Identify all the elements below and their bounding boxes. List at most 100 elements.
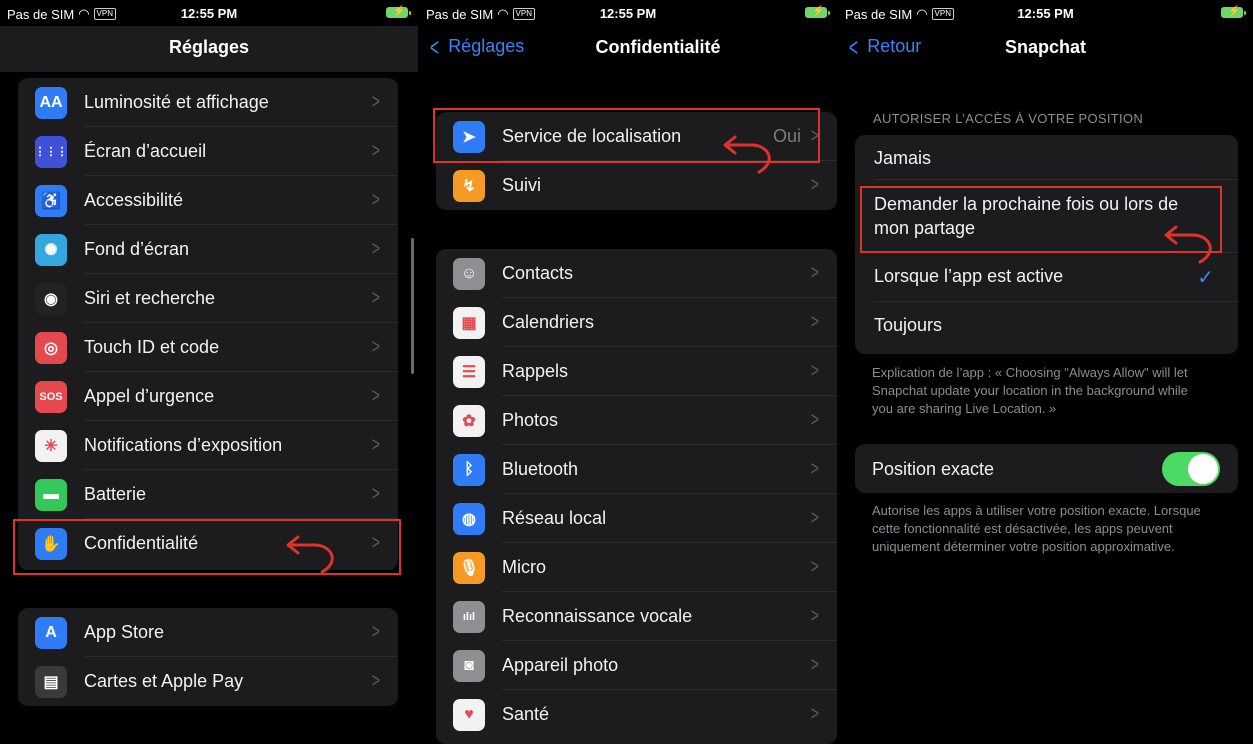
contacts-icon: ☺ bbox=[453, 257, 485, 290]
wallpaper-icon: ✺ bbox=[35, 233, 67, 266]
bluetooth-icon: ᛒ bbox=[453, 453, 485, 486]
chevron-right-icon: > bbox=[811, 605, 820, 627]
chevron-right-icon: > bbox=[372, 287, 381, 309]
chevron-right-icon: > bbox=[811, 458, 820, 480]
page-title: Réglages bbox=[168, 37, 250, 57]
option-never[interactable]: Jamais bbox=[855, 135, 1238, 180]
option-label: Demander la prochaine fois ou lors de mo… bbox=[874, 194, 1179, 238]
row-label: Luminosité et affichage bbox=[84, 92, 269, 112]
chevron-right-icon: > bbox=[811, 311, 820, 333]
waveform-icon: ılıl bbox=[453, 600, 485, 633]
chevron-right-icon: > bbox=[811, 703, 820, 725]
app-explanation: Explication de l’app : « Choosing "Alway… bbox=[872, 365, 1188, 416]
fingerprint-icon: ◎ bbox=[35, 331, 67, 364]
settings-row[interactable]: ▤ Cartes et Apple Pay > bbox=[18, 657, 398, 706]
battery-charging-icon: ⚡ bbox=[1221, 6, 1246, 18]
row-label: Service de localisation bbox=[502, 126, 682, 146]
option-ask-next-time[interactable]: Demander la prochaine fois ou lors de mo… bbox=[855, 180, 1238, 253]
home-grid-icon: ⋮⋮⋮ bbox=[35, 135, 68, 168]
row-label: Siri et recherche bbox=[84, 288, 216, 308]
row-value: Oui bbox=[772, 126, 801, 146]
settings-row[interactable]: ✺ Fond d’écran > bbox=[18, 225, 398, 274]
settings-group-store: A App Store > ▤ Cartes et Apple Pay > bbox=[18, 608, 398, 706]
row-label: Micro bbox=[502, 557, 546, 577]
settings-row[interactable]: ☰ Rappels > bbox=[436, 347, 837, 396]
checkmark-icon: ✓ bbox=[1197, 267, 1214, 289]
tracking-icon: ↯ bbox=[453, 169, 485, 202]
row-label: Santé bbox=[502, 704, 550, 724]
option-always[interactable]: Toujours bbox=[855, 302, 1238, 351]
exposure-icon: ✳ bbox=[35, 429, 67, 462]
row-label: Bluetooth bbox=[502, 459, 579, 479]
precise-location-label: Position exacte bbox=[872, 459, 995, 479]
chevron-right-icon: > bbox=[372, 483, 381, 505]
settings-row[interactable]: ᛒ Bluetooth > bbox=[436, 445, 837, 494]
row-label: Fond d’écran bbox=[84, 239, 190, 259]
calendar-icon: ▦ bbox=[453, 306, 485, 339]
settings-row[interactable]: ✳ Notifications d’exposition > bbox=[18, 421, 398, 470]
chevron-right-icon: > bbox=[372, 385, 381, 407]
chevron-right-icon: > bbox=[372, 434, 381, 456]
page-title: Snapchat bbox=[1004, 37, 1087, 57]
settings-row[interactable]: ◉ Siri et recherche > bbox=[18, 274, 398, 323]
wallet-icon: ▤ bbox=[35, 665, 67, 698]
globe-icon: ◍ bbox=[453, 502, 485, 535]
accessibility-icon: ♿ bbox=[35, 184, 67, 217]
settings-row[interactable]: ▬ Batterie > bbox=[18, 470, 398, 519]
settings-row[interactable]: 🎙 Micro > bbox=[436, 543, 837, 592]
settings-row[interactable]: ⋮⋮⋮ Écran d’accueil > bbox=[18, 127, 398, 176]
reminders-icon: ☰ bbox=[453, 355, 485, 388]
battery-icon: ▬ bbox=[35, 478, 67, 511]
battery-charging-icon: ⚡ bbox=[386, 6, 411, 18]
row-label: Calendriers bbox=[502, 312, 595, 332]
app-store-icon: A bbox=[35, 616, 67, 649]
settings-row[interactable]: ➤ Service de localisation Oui > bbox=[436, 112, 837, 161]
option-while-using[interactable]: Lorsque l’app est active ✓ bbox=[855, 253, 1238, 302]
settings-row[interactable]: ♿ Accessibilité > bbox=[18, 176, 398, 225]
row-label: Contacts bbox=[502, 263, 574, 283]
settings-row[interactable]: ılıl Reconnaissance vocale > bbox=[436, 592, 837, 641]
settings-row[interactable]: ◙ Appareil photo > bbox=[436, 641, 837, 690]
nav-bar: < Retour Snapchat bbox=[838, 26, 1253, 72]
photos-icon: ✿ bbox=[453, 404, 485, 437]
chevron-right-icon: > bbox=[811, 654, 820, 676]
chevron-right-icon: > bbox=[372, 91, 381, 113]
settings-row[interactable]: ◍ Réseau local > bbox=[436, 494, 837, 543]
sos-icon: SOS bbox=[35, 380, 67, 413]
settings-row[interactable]: ✋ Confidentialité > bbox=[18, 519, 398, 568]
row-label: Réseau local bbox=[502, 508, 607, 528]
chevron-right-icon: > bbox=[372, 189, 381, 211]
location-access-options: Jamais Demander la prochaine fois ou lor… bbox=[855, 135, 1238, 354]
row-label: Notifications d’exposition bbox=[84, 435, 283, 455]
settings-row[interactable]: AA Luminosité et affichage > bbox=[18, 78, 398, 127]
settings-row[interactable]: ↯ Suivi > bbox=[436, 161, 837, 210]
row-label: Touch ID et code bbox=[84, 337, 220, 357]
chevron-right-icon: > bbox=[372, 238, 381, 260]
nav-bar: Réglages bbox=[0, 26, 418, 72]
health-heart-icon: ♥ bbox=[453, 698, 485, 731]
settings-row[interactable]: ◎ Touch ID et code > bbox=[18, 323, 398, 372]
option-label: Lorsque l’app est active bbox=[874, 266, 1064, 286]
privacy-group-permissions: ☺ Contacts > ▦ Calendriers > ☰ Rappels > ✿ Photos >… bbox=[436, 249, 837, 744]
status-bar: Pas de SIM ◠ VPN 12:55 PM ⚡ bbox=[838, 0, 1253, 26]
settings-row[interactable]: SOS Appel d’urgence > bbox=[18, 372, 398, 421]
chevron-right-icon: > bbox=[811, 174, 820, 196]
row-label: Écran d’accueil bbox=[84, 141, 207, 161]
settings-row[interactable]: A App Store > bbox=[18, 608, 398, 657]
settings-panel: Pas de SIM ◠ VPN 12:55 PM ⚡ Réglages AA Lum… bbox=[0, 0, 418, 744]
precise-location-toggle[interactable] bbox=[1162, 452, 1220, 486]
precise-location-footnote: Autorise les apps à utiliser votre posit… bbox=[872, 503, 1201, 554]
chevron-right-icon: > bbox=[372, 140, 381, 162]
precise-location-row: Position exacte bbox=[855, 444, 1238, 493]
row-label: Suivi bbox=[502, 175, 542, 195]
status-time: 12:55 PM bbox=[180, 6, 238, 21]
chevron-right-icon: > bbox=[372, 670, 381, 692]
status-bar: Pas de SIM ◠ VPN 12:55 PM ⚡ bbox=[0, 0, 418, 26]
settings-row[interactable]: ✿ Photos > bbox=[436, 396, 837, 445]
scrollbar[interactable] bbox=[411, 238, 414, 374]
row-label: Cartes et Apple Pay bbox=[84, 671, 244, 691]
settings-row[interactable]: ▦ Calendriers > bbox=[436, 298, 837, 347]
privacy-hand-icon: ✋ bbox=[35, 527, 67, 560]
settings-row[interactable]: ☺ Contacts > bbox=[436, 249, 837, 298]
settings-row[interactable]: ♥ Santé > bbox=[436, 690, 837, 739]
